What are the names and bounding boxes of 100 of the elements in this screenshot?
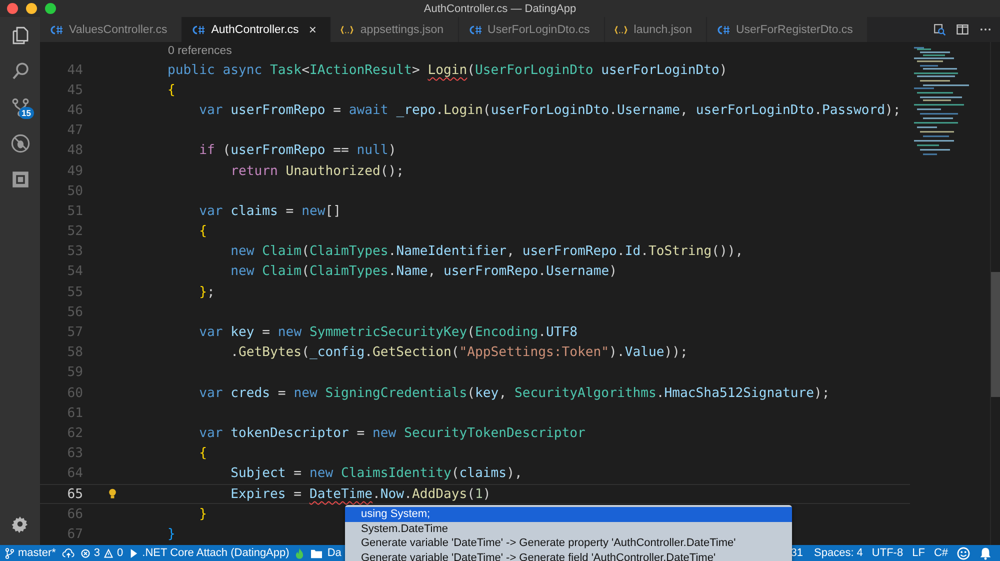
code-text: ( (467, 486, 476, 502)
problems-status[interactable]: 3 0 (80, 547, 124, 559)
settings-icon[interactable] (11, 515, 29, 533)
debug-status[interactable]: .NET Core Attach (DatingApp) (129, 547, 290, 559)
line-number: 63 (66, 446, 84, 462)
code-text: )); (664, 345, 688, 360)
code-text: ( (302, 345, 310, 360)
quick-fix-item[interactable]: System.DateTime (345, 522, 792, 536)
smiley-icon[interactable] (957, 546, 970, 560)
keyword: return (230, 164, 279, 179)
lightbulb-icon[interactable] (108, 488, 117, 500)
identifier: key (475, 386, 499, 401)
code-text: = (292, 486, 303, 502)
code-text: == (332, 143, 350, 158)
identifier: Password (822, 102, 886, 118)
editor-tab[interactable]: UserForLoginDto.cs (458, 17, 605, 42)
extensions-icon[interactable] (10, 169, 30, 190)
code-text: ) (388, 143, 396, 158)
code-text: ; (206, 284, 215, 300)
identifier: Expires (230, 486, 286, 502)
line-ending-status[interactable]: LF (912, 547, 925, 559)
code-text: . (616, 244, 625, 260)
scrollbar[interactable] (991, 272, 1000, 397)
bell-icon[interactable] (979, 546, 992, 560)
keyword: public async (166, 62, 264, 78)
sync-icon[interactable] (62, 548, 75, 558)
code-text: = (356, 426, 366, 441)
close-window-button[interactable] (7, 3, 18, 14)
code-text: ( (302, 244, 310, 260)
search-icon[interactable] (10, 61, 30, 82)
folder-status[interactable]: Da (310, 547, 342, 559)
function-name: Login (428, 62, 468, 78)
keyword: new (230, 264, 256, 280)
branch-icon (5, 548, 14, 558)
encoding-status[interactable]: UTF-8 (872, 547, 904, 559)
line-number: 60 (66, 386, 84, 401)
close-tab-button[interactable]: × (308, 22, 316, 37)
line-number: 57 (66, 325, 84, 340)
identifier: userFromRepo (444, 264, 538, 280)
code-text: ( (302, 264, 310, 280)
editor-tab[interactable]: launch.json (604, 17, 707, 42)
code-text: < (302, 62, 310, 78)
identifier: Username (616, 102, 680, 118)
code-text: . (814, 102, 822, 118)
identifier: claims (230, 204, 278, 219)
code-text: ); (885, 102, 901, 118)
code-text: . (388, 264, 396, 280)
json-file-icon (340, 24, 354, 34)
keyword: var (198, 204, 224, 219)
identifier: Value (624, 345, 664, 360)
code-text: ); (814, 386, 830, 401)
zoom-window-button[interactable] (45, 3, 56, 14)
code-text: ( (467, 62, 476, 78)
changes-badge: 15 (18, 107, 34, 119)
identifier: claims (459, 466, 507, 482)
line-number: 52 (66, 224, 84, 240)
identifier: creds (230, 386, 270, 401)
keyword: new (309, 466, 334, 482)
csharp-file-icon (468, 24, 482, 34)
references-codelens[interactable]: 0 references (168, 45, 232, 57)
split-editor-icon[interactable] (956, 23, 969, 36)
line-number: 64 (66, 466, 84, 482)
line-number: 50 (66, 184, 84, 199)
editor-tab[interactable]: AuthController.cs × (182, 17, 332, 42)
editor-tab[interactable]: UserForRegisterDto.cs (706, 17, 868, 42)
language-status[interactable]: C# (934, 547, 948, 559)
source-control-icon[interactable] (10, 97, 30, 118)
branch-status[interactable]: master* (5, 547, 56, 559)
csharp-file-icon (716, 24, 730, 34)
type-name: Claim (262, 264, 302, 280)
quick-fix-item[interactable]: Generate variable 'DateTime' -> Generate property 'AuthController.DateTime' (345, 536, 792, 551)
line-number: 62 (66, 426, 84, 441)
indentation-status[interactable]: Spaces: 4 (814, 547, 863, 559)
line-number: 66 (66, 506, 84, 522)
quick-fix-item[interactable]: using System; (345, 507, 792, 522)
code-text: = (292, 466, 303, 482)
function-name: ToString (648, 244, 712, 260)
code-text: ). (609, 345, 625, 360)
type-name: IActionResult (309, 62, 412, 78)
keyword: new (230, 244, 256, 260)
debug-icon[interactable] (10, 133, 30, 154)
line-number: 53 (66, 244, 84, 260)
csharp-file-icon (49, 24, 63, 34)
cursor-position-status[interactable]: 31 (790, 547, 803, 559)
editor-tab[interactable]: appsettings.json (331, 17, 459, 42)
line-number: 56 (66, 304, 84, 320)
identifier: Id (624, 244, 641, 260)
brace: } (198, 506, 207, 522)
code-text: ) (719, 62, 728, 78)
code-text: . (388, 244, 396, 260)
keyword: new (372, 426, 398, 441)
code-text: ()), (712, 244, 744, 260)
quick-fix-item[interactable]: Generate variable 'DateTime' -> Generate field 'AuthController.DateTime' (345, 550, 792, 561)
code-text: ( (222, 143, 231, 158)
open-changes-icon[interactable] (933, 23, 946, 36)
minimize-window-button[interactable] (26, 3, 37, 14)
function-name: GetSection (372, 345, 452, 360)
editor-tab[interactable]: ValuesController.cs (40, 17, 182, 42)
identifier: DateTime (309, 486, 373, 502)
keyword: var (198, 102, 224, 118)
